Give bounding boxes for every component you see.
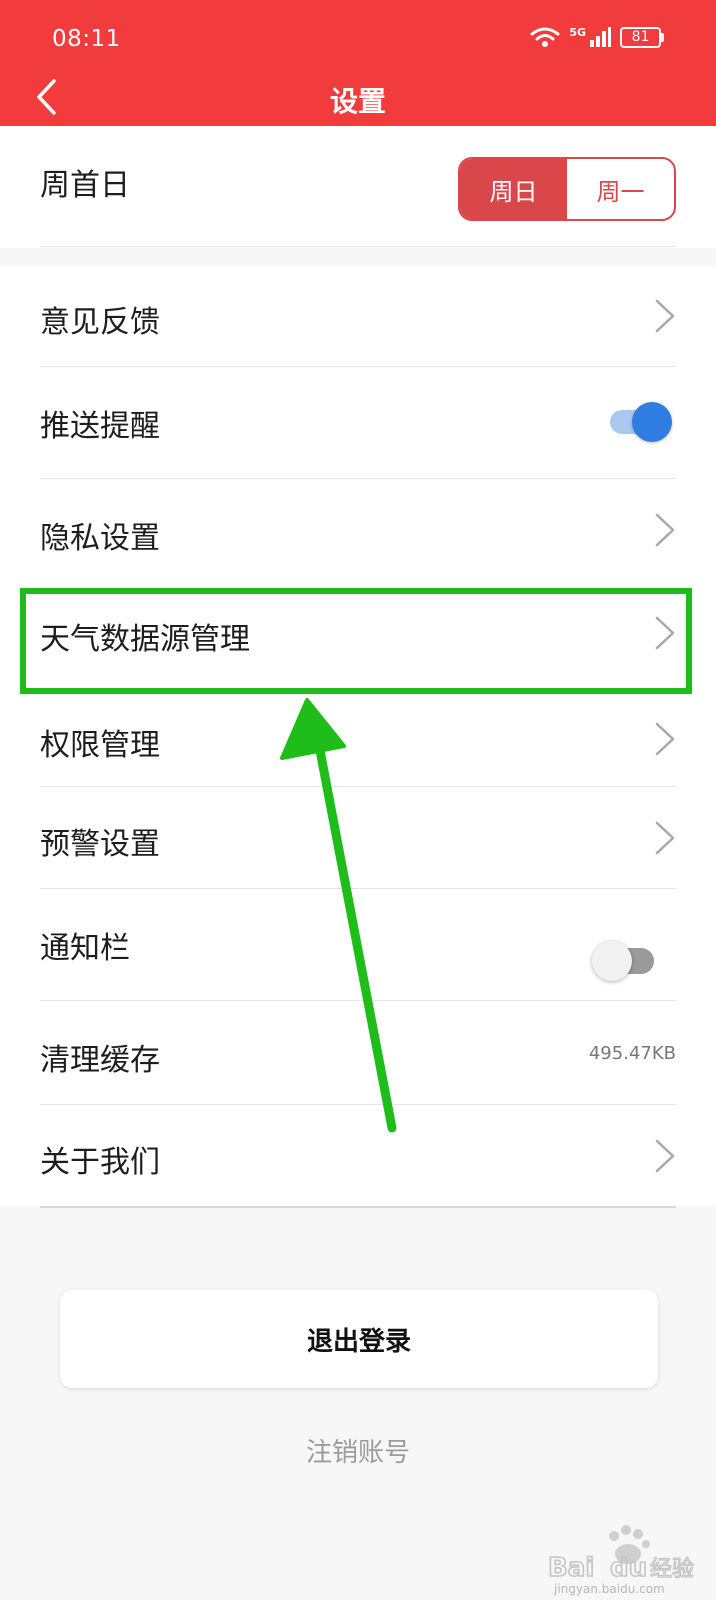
svg-text:Bai: Bai — [548, 1553, 594, 1583]
settings-screen: 08:11 5G 81 设置 周首日 周日 周一 意见反馈 推送提醒 隐私设置 … — [0, 0, 716, 1600]
svg-text:经验: 经验 — [650, 1557, 694, 1582]
annotation-arrow — [280, 698, 397, 1133]
svg-text:du: du — [610, 1553, 647, 1583]
watermark-url: jingyan.baidu.com — [554, 1582, 665, 1596]
